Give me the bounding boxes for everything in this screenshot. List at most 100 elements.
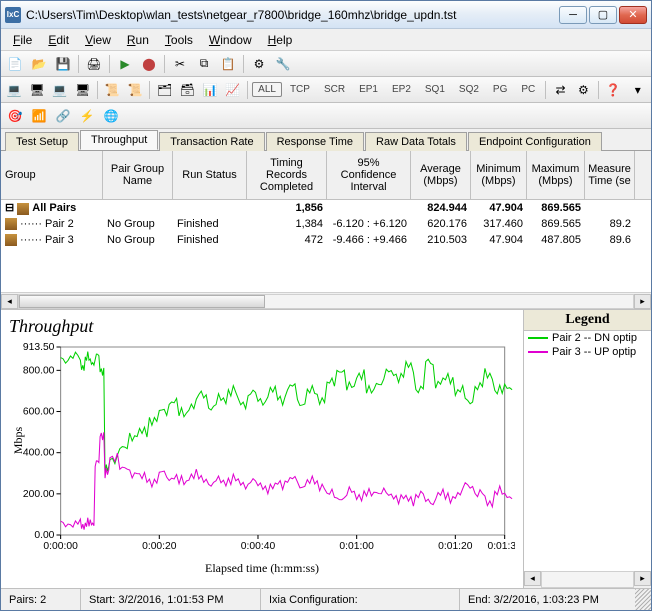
filter-ep2[interactable]: EP2 xyxy=(386,82,417,97)
app-icon-4[interactable]: ⚡ xyxy=(76,106,98,126)
app-icon-5[interactable]: 🌐 xyxy=(100,106,122,126)
scroll-thumb[interactable] xyxy=(19,295,265,308)
tab-response-time[interactable]: Response Time xyxy=(266,132,364,151)
swap-icon[interactable]: ⇄ xyxy=(550,80,571,100)
filter-pg[interactable]: PG xyxy=(487,82,513,97)
tab-throughput[interactable]: Throughput xyxy=(80,130,158,150)
svg-text:0.00: 0.00 xyxy=(34,530,54,541)
menu-file[interactable]: File xyxy=(5,31,40,49)
col-avg[interactable]: Average (Mbps) xyxy=(411,151,471,199)
legend-scroll-left-icon[interactable]: ◂ xyxy=(524,571,541,586)
filter-tcp[interactable]: TCP xyxy=(284,82,316,97)
content-area: Group Pair Group Name Run Status Timing … xyxy=(1,151,651,588)
chart-plot: Mbps 0.00200.00400.00600.00800.00913.500… xyxy=(9,339,515,559)
minimize-button[interactable]: ─ xyxy=(559,6,587,24)
tab-transaction-rate[interactable]: Transaction Rate xyxy=(159,132,264,151)
app-icon-3[interactable]: 🔗 xyxy=(52,106,74,126)
menu-run[interactable]: Run xyxy=(119,31,157,49)
col-pair-group-name[interactable]: Pair Group Name xyxy=(103,151,173,199)
legend-scroll-track[interactable] xyxy=(541,571,634,588)
stop-icon[interactable]: ⬤ xyxy=(138,54,160,74)
open-icon[interactable]: 📂 xyxy=(28,54,50,74)
pair-icon-3[interactable]: 💻 xyxy=(49,80,70,100)
x-axis-label: Elapsed time (h:mm:ss) xyxy=(9,561,515,576)
menu-help[interactable]: Help xyxy=(260,31,301,49)
copy-icon[interactable]: ⧉ xyxy=(193,54,215,74)
maximize-button[interactable]: ▢ xyxy=(589,6,617,24)
svg-text:0:00:20: 0:00:20 xyxy=(142,541,177,552)
svg-text:0:01:30: 0:01:30 xyxy=(487,541,515,552)
tool-icon-1[interactable]: ⚙ xyxy=(248,54,270,74)
filter-icon-4[interactable]: 📈 xyxy=(222,80,243,100)
filter-all[interactable]: ALL xyxy=(252,82,282,97)
legend-item[interactable]: Pair 3 -- UP optip xyxy=(524,345,651,359)
table-row[interactable]: ······ Pair 3No GroupFinished472-9.466 :… xyxy=(1,232,651,248)
script-icon-1[interactable]: 📜 xyxy=(102,80,123,100)
tab-test-setup[interactable]: Test Setup xyxy=(5,132,79,151)
new-icon[interactable]: 📄 xyxy=(4,54,26,74)
pair-icon xyxy=(5,234,17,246)
run-icon[interactable]: ▶ xyxy=(114,54,136,74)
chart-title: Throughput xyxy=(9,316,515,337)
resize-grip[interactable] xyxy=(635,589,651,610)
close-button[interactable]: ✕ xyxy=(619,6,647,24)
scroll-right-icon[interactable]: ▸ xyxy=(634,294,651,309)
filter-icon-2[interactable]: 🗃 xyxy=(177,80,198,100)
table-row[interactable]: ⊟ All Pairs1,856824.94447.904869.565 xyxy=(1,200,651,216)
status-ixia: Ixia Configuration: xyxy=(261,589,460,610)
svg-text:0:00:40: 0:00:40 xyxy=(241,541,276,552)
filter-sq1[interactable]: SQ1 xyxy=(419,82,451,97)
scroll-track[interactable] xyxy=(18,294,634,309)
tab-raw-data-totals[interactable]: Raw Data Totals xyxy=(365,132,467,151)
col-conf-interval[interactable]: 95% Confidence Interval xyxy=(327,151,411,199)
titlebar[interactable]: IxC C:\Users\Tim\Desktop\wlan_tests\netg… xyxy=(1,1,651,29)
menu-window[interactable]: Window xyxy=(201,31,260,49)
chart-area: Throughput Mbps 0.00200.00400.00600.0080… xyxy=(1,309,651,588)
col-meas-time[interactable]: Measure Time (se xyxy=(585,151,635,199)
grid-header-row: Group Pair Group Name Run Status Timing … xyxy=(1,151,651,200)
script-icon-2[interactable]: 📜 xyxy=(125,80,146,100)
chevron-down-icon[interactable]: ▾ xyxy=(627,80,648,100)
col-max[interactable]: Maximum (Mbps) xyxy=(527,151,585,199)
col-min[interactable]: Minimum (Mbps) xyxy=(471,151,527,199)
scroll-left-icon[interactable]: ◂ xyxy=(1,294,18,309)
filter-scr[interactable]: SCR xyxy=(318,82,351,97)
menu-tools[interactable]: Tools xyxy=(157,31,201,49)
legend-scroll-right-icon[interactable]: ▸ xyxy=(634,571,651,586)
filter-pc[interactable]: PC xyxy=(515,82,541,97)
svg-text:400.00: 400.00 xyxy=(23,448,55,459)
filter-icon-3[interactable]: 📊 xyxy=(200,80,221,100)
legend-item[interactable]: Pair 2 -- DN optip xyxy=(524,331,651,345)
paste-icon[interactable]: 📋 xyxy=(217,54,239,74)
pair-icon-2[interactable]: 🖥 xyxy=(27,80,48,100)
legend-h-scrollbar[interactable]: ◂ ▸ xyxy=(524,571,651,588)
help-icon[interactable]: ❓ xyxy=(603,80,624,100)
app-icon: IxC xyxy=(5,7,21,23)
filter-icon-1[interactable]: 🗂 xyxy=(154,80,175,100)
app-icon-1[interactable]: 🎯 xyxy=(4,106,26,126)
svg-text:0:01:20: 0:01:20 xyxy=(438,541,473,552)
col-timing-records[interactable]: Timing Records Completed xyxy=(247,151,327,199)
pair-icon-1[interactable]: 💻 xyxy=(4,80,25,100)
menu-edit[interactable]: Edit xyxy=(40,31,77,49)
app-icon-2[interactable]: 📶 xyxy=(28,106,50,126)
menu-view[interactable]: View xyxy=(77,31,119,49)
pair-icon-4[interactable]: 🖥 xyxy=(72,80,93,100)
chart-main: Throughput Mbps 0.00200.00400.00600.0080… xyxy=(1,310,523,588)
cut-icon[interactable]: ✂ xyxy=(169,54,191,74)
window-title: C:\Users\Tim\Desktop\wlan_tests\netgear_… xyxy=(26,8,559,22)
tab-endpoint-config[interactable]: Endpoint Configuration xyxy=(468,132,602,151)
grid-h-scrollbar[interactable]: ◂ ▸ xyxy=(1,292,651,309)
save-icon[interactable]: 💾 xyxy=(52,54,74,74)
table-row[interactable]: ······ Pair 2No GroupFinished1,384-6.120… xyxy=(1,216,651,232)
filter-ep1[interactable]: EP1 xyxy=(353,82,384,97)
config-icon[interactable]: ⚙ xyxy=(573,80,594,100)
col-group[interactable]: Group xyxy=(1,151,103,199)
svg-text:913.50: 913.50 xyxy=(23,342,55,353)
status-pairs: Pairs: 2 xyxy=(1,589,81,610)
filter-sq2[interactable]: SQ2 xyxy=(453,82,485,97)
legend-label: Pair 2 -- DN optip xyxy=(552,332,637,344)
tool-icon-2[interactable]: 🔧 xyxy=(272,54,294,74)
col-run-status[interactable]: Run Status xyxy=(173,151,247,199)
print-icon[interactable]: 🖨 xyxy=(83,54,105,74)
